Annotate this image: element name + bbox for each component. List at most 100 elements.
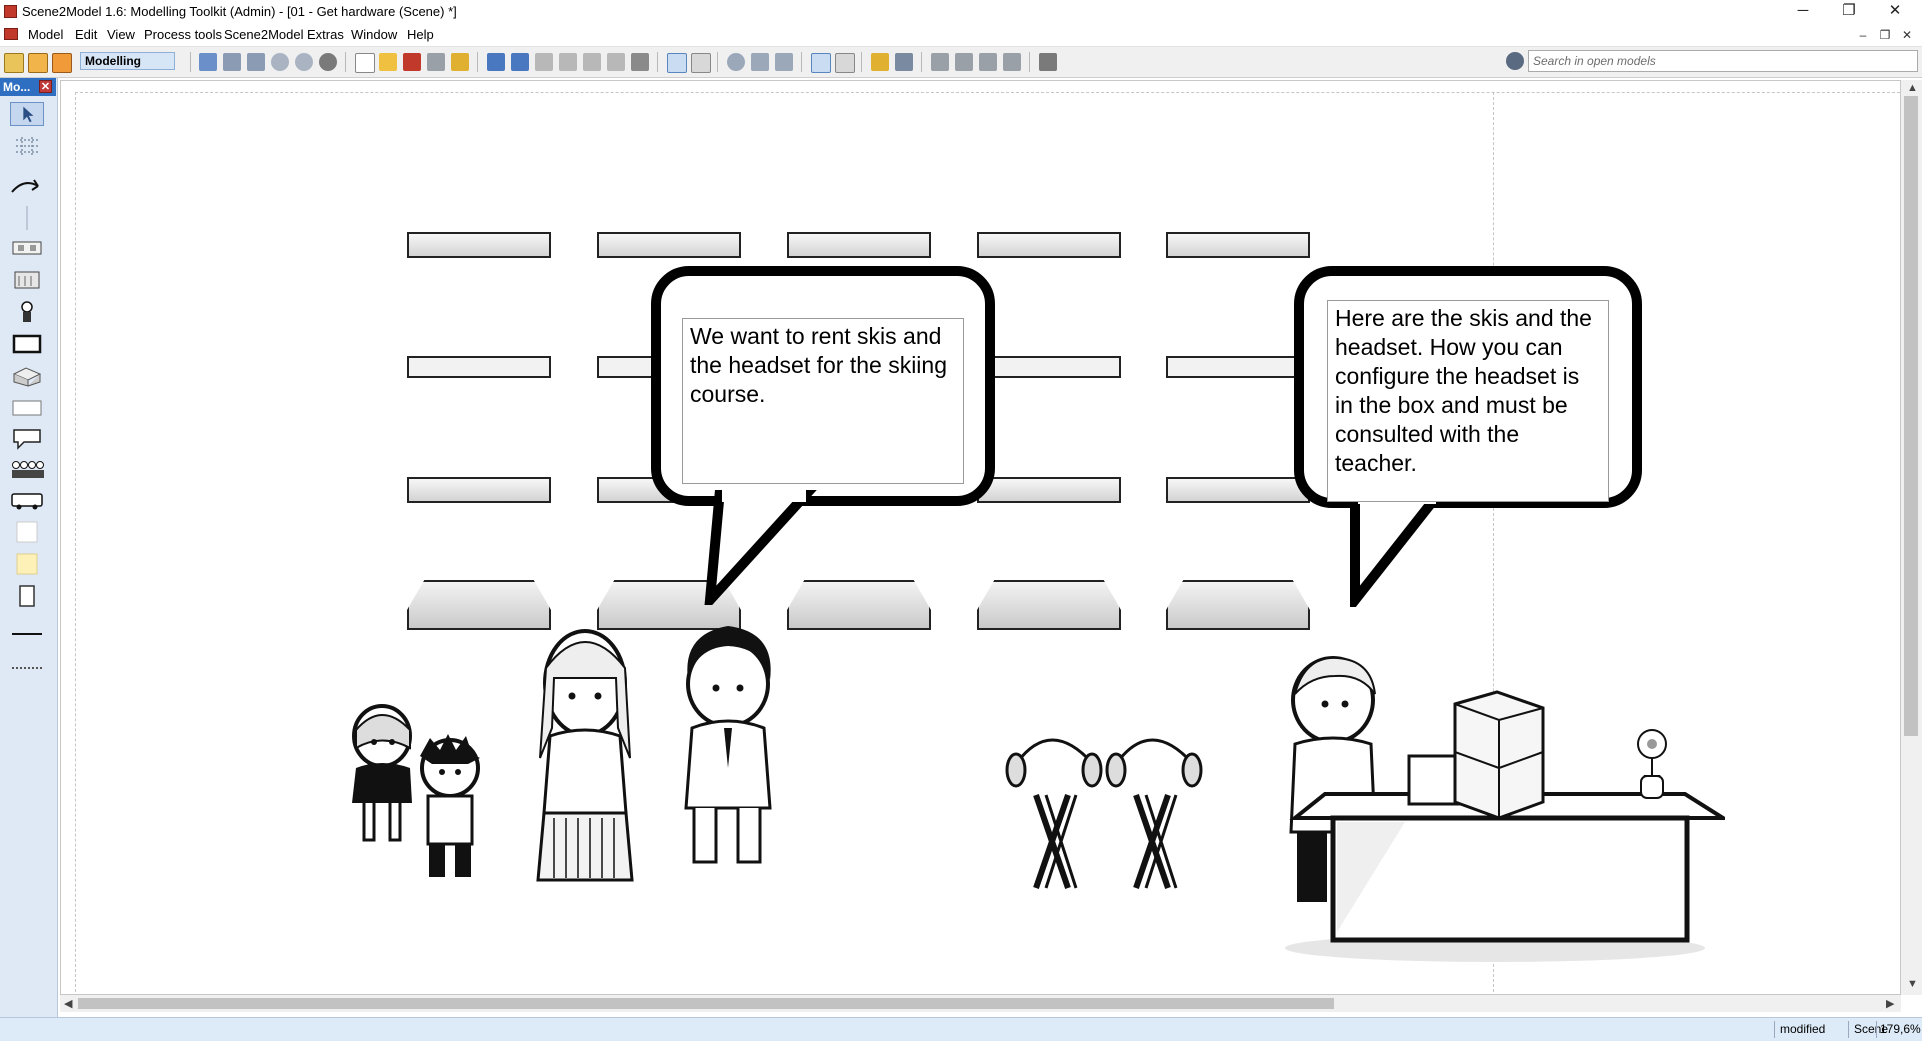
search-input[interactable]: [1528, 50, 1918, 72]
menu-extras[interactable]: Extras: [307, 27, 344, 42]
scroll-left-icon[interactable]: ◀: [64, 997, 72, 1010]
cut-icon[interactable]: [535, 53, 553, 71]
mdi-minimize-button[interactable]: –: [1854, 26, 1872, 44]
menu-process-tools[interactable]: Process tools: [144, 27, 222, 42]
shelf[interactable]: [1166, 477, 1310, 503]
note-yellow-icon[interactable]: [10, 552, 44, 576]
swimlane-tool-icon[interactable]: [10, 134, 44, 158]
minimize-button[interactable]: ─: [1780, 0, 1826, 24]
skis-and-headsets[interactable]: [1000, 720, 1220, 895]
pointer-tool-icon[interactable]: [10, 102, 44, 126]
shelf[interactable]: [977, 232, 1121, 258]
menu-view[interactable]: View: [107, 27, 135, 42]
zoom-in-icon[interactable]: [751, 53, 769, 71]
shelf[interactable]: [787, 232, 931, 258]
text-box-icon[interactable]: [10, 396, 44, 420]
back-icon[interactable]: [271, 53, 289, 71]
horizontal-scrollbar[interactable]: ◀ ▶: [60, 995, 1901, 1012]
align-left-icon[interactable]: [931, 53, 949, 71]
model-explorer-icon[interactable]: [52, 53, 72, 73]
group-figures-icon[interactable]: [10, 458, 44, 482]
copy-icon[interactable]: [559, 53, 577, 71]
shelf-object-icon[interactable]: [10, 236, 44, 260]
menu-window[interactable]: Window: [351, 27, 397, 42]
menu-edit[interactable]: Edit: [75, 27, 97, 42]
forward-icon[interactable]: [295, 53, 313, 71]
palette-close-button[interactable]: ✕: [39, 80, 52, 93]
export-icon[interactable]: [451, 53, 469, 71]
grid-icon[interactable]: [835, 53, 855, 73]
mdi-close-button[interactable]: ✕: [1898, 26, 1916, 44]
vertical-scroll-thumb[interactable]: [1904, 96, 1918, 736]
menu-model[interactable]: Model: [28, 27, 63, 42]
grid-snap-icon[interactable]: [811, 53, 831, 73]
customer-group-figures[interactable]: [340, 618, 780, 888]
navigator-icon[interactable]: [319, 53, 337, 71]
table-view-icon[interactable]: [691, 53, 711, 73]
zoom-icon[interactable]: [727, 53, 745, 71]
shelf[interactable]: [597, 232, 741, 258]
arrange-icon[interactable]: [631, 53, 649, 71]
rental-counter-scene[interactable]: [1275, 652, 1725, 962]
vertical-scrollbar[interactable]: ▲ ▼: [1901, 80, 1922, 995]
shelf[interactable]: [1166, 580, 1310, 630]
new-model-icon[interactable]: [4, 53, 24, 73]
home-icon[interactable]: [199, 53, 217, 71]
table-object-icon[interactable]: [10, 332, 44, 356]
binoculars-icon[interactable]: [1506, 52, 1524, 70]
woman-figure: [536, 629, 634, 882]
page-object-icon[interactable]: [10, 584, 44, 608]
shelf[interactable]: [977, 477, 1121, 503]
scroll-up-icon[interactable]: ▲: [1907, 82, 1918, 94]
zoom-out-icon[interactable]: [775, 53, 793, 71]
paste-icon[interactable]: [583, 53, 601, 71]
redo-icon[interactable]: [511, 53, 529, 71]
shelf[interactable]: [407, 356, 551, 378]
shelf[interactable]: [407, 232, 551, 258]
connector-icon[interactable]: [895, 53, 913, 71]
shelf[interactable]: [1166, 356, 1310, 378]
align-center-icon[interactable]: [955, 53, 973, 71]
tools-icon[interactable]: [871, 53, 889, 71]
line-tool-icon[interactable]: [10, 622, 44, 646]
mode-select[interactable]: Modelling: [80, 52, 175, 70]
palette-title: Mo...: [3, 80, 31, 94]
format-painter-icon[interactable]: [607, 53, 625, 71]
building-object-icon[interactable]: [10, 268, 44, 292]
distribute-icon[interactable]: [1003, 53, 1021, 71]
align-right-icon[interactable]: [979, 53, 997, 71]
speech-text-customer: We want to rent skis and the headset for…: [682, 318, 964, 484]
status-bar: modified Scene 179,6%: [0, 1017, 1922, 1041]
database-icon[interactable]: [223, 53, 241, 71]
open-folder-icon[interactable]: [379, 53, 397, 71]
note-white-icon[interactable]: [10, 520, 44, 544]
person-object-icon[interactable]: [10, 300, 44, 324]
menu-help[interactable]: Help: [407, 27, 434, 42]
restore-button[interactable]: ❐: [1826, 0, 1872, 24]
layers-icon[interactable]: [247, 53, 265, 71]
shelf[interactable]: [407, 477, 551, 503]
box-object-icon[interactable]: [10, 364, 44, 388]
close-button[interactable]: ✕: [1872, 0, 1918, 24]
mdi-restore-button[interactable]: ❐: [1876, 26, 1894, 44]
connector-tool-icon[interactable]: [10, 176, 44, 200]
shelf[interactable]: [1166, 232, 1310, 258]
graphic-view-icon[interactable]: [667, 53, 687, 73]
scroll-right-icon[interactable]: ▶: [1886, 997, 1894, 1010]
document-icon[interactable]: [4, 28, 18, 40]
open-model-icon[interactable]: [28, 53, 48, 73]
properties-icon[interactable]: [1039, 53, 1057, 71]
speech-bubble-icon[interactable]: [10, 426, 44, 450]
app-icon: [4, 5, 17, 18]
undo-icon[interactable]: [487, 53, 505, 71]
menu-scene2model[interactable]: Scene2Model: [224, 27, 304, 42]
shelf[interactable]: [977, 356, 1121, 378]
dotted-line-tool-icon[interactable]: [10, 656, 44, 680]
bus-object-icon[interactable]: [10, 488, 44, 512]
scroll-down-icon[interactable]: ▼: [1907, 978, 1918, 990]
print-icon[interactable]: [427, 53, 445, 71]
save-icon[interactable]: [403, 53, 421, 71]
shelf[interactable]: [977, 580, 1121, 630]
horizontal-scroll-thumb[interactable]: [78, 998, 1334, 1009]
new-file-icon[interactable]: [355, 53, 375, 73]
